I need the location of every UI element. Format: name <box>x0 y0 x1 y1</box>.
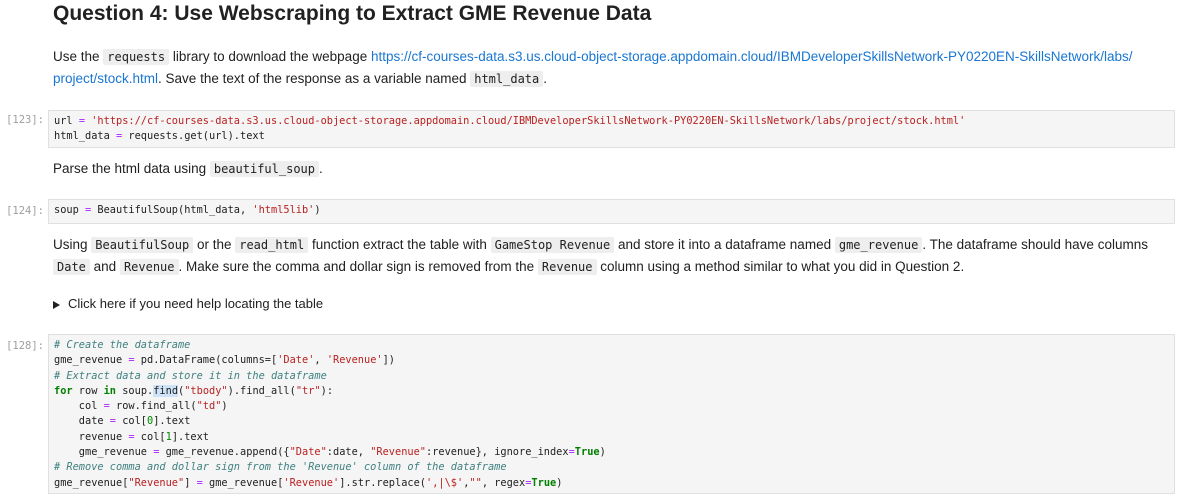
inline-code: html_data <box>470 71 544 87</box>
instruction-paragraph-2: Parse the html data using beautiful_soup… <box>53 161 323 177</box>
code-cell-extract[interactable]: # Create the dataframe gme_revenue = pd.D… <box>48 334 1175 494</box>
cell-prompt: [123]: <box>6 114 44 126</box>
inline-code: Date <box>53 259 90 275</box>
inline-code: Revenue <box>119 259 179 275</box>
cell-prompt: [124]: <box>6 205 44 217</box>
inline-code: GameStop Revenue <box>490 237 615 253</box>
inline-code: BeautifulSoup <box>91 237 194 253</box>
inline-code: requests <box>103 49 170 65</box>
cell-prompt: [128]: <box>6 340 44 352</box>
instruction-paragraph-3: Using BeautifulSoup or the read_html fun… <box>53 237 1148 275</box>
inline-code: Revenue <box>537 259 597 275</box>
page-title: Question 4: Use Webscraping to Extract G… <box>53 2 652 25</box>
inline-code: beautiful_soup <box>209 161 319 177</box>
details-summary-label: Click here if you need help locating the… <box>68 296 324 311</box>
code-cell-parse[interactable]: soup = BeautifulSoup(html_data, 'html5li… <box>48 199 1175 224</box>
inline-code: read_html <box>235 237 309 253</box>
disclosure-triangle-icon <box>53 300 60 309</box>
help-details-toggle[interactable]: Click here if you need help locating the… <box>53 296 323 311</box>
instruction-paragraph-1: Use the requests library to download the… <box>53 49 1133 87</box>
inline-code: gme_revenue <box>834 237 923 253</box>
code-cell-download[interactable]: url = 'https://cf-courses-data.s3.us.clo… <box>48 110 1175 148</box>
